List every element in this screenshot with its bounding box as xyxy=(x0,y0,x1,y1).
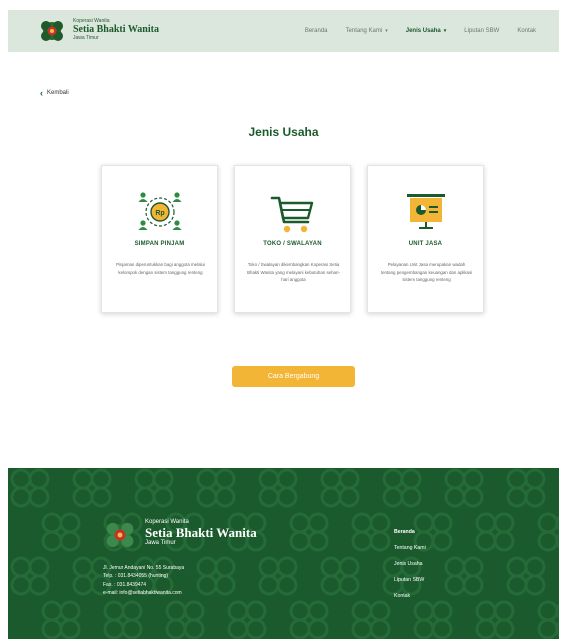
footer-link-beranda[interactable]: Beranda xyxy=(394,529,426,546)
card-description: Pinjaman diperuntukkan bagi anggota mela… xyxy=(116,262,205,275)
footer-address: Jl. Jemur Andayani No. 55 Surabaya xyxy=(103,565,185,571)
footer-link-tentang-kami[interactable]: Tentang Kami xyxy=(394,545,426,562)
footer-logo-icon xyxy=(106,522,134,548)
nav-label: Kontak xyxy=(517,28,536,34)
caret-down-icon: ▾ xyxy=(443,28,447,34)
site-footer: Koperasi Wanita Setia Bhakti Wanita Jawa… xyxy=(8,468,559,639)
cara-bergabung-button[interactable]: Cara Bergabung xyxy=(232,366,355,387)
nav-label: Tentang Kami xyxy=(345,28,383,34)
footer-link-liputan-sbw[interactable]: Liputan SBW xyxy=(394,577,426,594)
nav-item-beranda[interactable]: Beranda xyxy=(296,28,337,34)
shopping-cart-icon xyxy=(270,196,314,233)
service-card-toko-swalayan[interactable]: TOKO / SWALAYAN Toko / Swalayan dikemban… xyxy=(234,165,351,313)
nav-item-tentang-kami[interactable]: Tentang Kami ▾ xyxy=(337,28,397,34)
footer-email[interactable]: e-mail: info@setiabhaktiwanita.com xyxy=(103,589,184,597)
footer-phone: Telp. : 031.8434055 (hunting) xyxy=(103,573,169,580)
brand-name: Setia Bhakti Wanita xyxy=(73,24,159,35)
footer-pattern xyxy=(10,468,559,639)
nav-item-liputan-sbw[interactable]: Liputan SBW xyxy=(455,28,508,34)
nav-label: Liputan SBW xyxy=(464,28,500,34)
logo-icon[interactable] xyxy=(38,18,66,44)
card-description: Pelayanan Unit Jasa merupakan wadah tent… xyxy=(380,262,473,283)
card-title: UNIT JASA xyxy=(408,241,443,247)
card-title: TOKO / SWALAYAN xyxy=(263,241,322,247)
card-description: Toko / Swalayan dikembangkan Koperasi Se… xyxy=(247,262,340,283)
main-nav: Beranda Tentang Kami ▾ Jenis Usaha ▾ Lip… xyxy=(296,10,545,52)
nav-item-kontak[interactable]: Kontak xyxy=(508,28,545,34)
brand-sub: Jawa Timur xyxy=(73,35,99,41)
service-card-simpan-pinjam[interactable]: Rp SIMPAN PINJAM Pinjaman diperuntukkan … xyxy=(101,165,218,313)
svg-text:Rp: Rp xyxy=(155,210,164,217)
back-label: Kembali xyxy=(47,90,69,96)
page-title: Jenis Usaha xyxy=(248,125,319,139)
card-title: SIMPAN PINJAM xyxy=(134,241,185,247)
footer-brand-sub: Jawa Timur xyxy=(145,540,176,546)
footer-link-kontak[interactable]: Kontak xyxy=(394,593,426,610)
footer-nav: Beranda Tentang Kami Jenis Usaha Liputan… xyxy=(394,529,426,610)
nav-label: Beranda xyxy=(304,28,328,34)
brand-text[interactable]: Koperasi Wanita Setia Bhakti Wanita Jawa… xyxy=(73,19,159,41)
footer-brand: Koperasi Wanita Setia Bhakti Wanita Jawa… xyxy=(145,519,257,546)
caret-down-icon: ▾ xyxy=(385,28,388,34)
footer-fax: Fax. : 031.8439474 xyxy=(103,581,147,588)
money-people-icon: Rp xyxy=(138,192,182,230)
footer-contact: Jl. Jemur Andayani No. 55 Surabaya Telp.… xyxy=(103,564,184,597)
nav-label: Jenis Usaha xyxy=(405,28,441,34)
service-card-unit-jasa[interactable]: UNIT JASA Pelayanan Unit Jasa merupakan … xyxy=(367,165,484,313)
nav-item-jenis-usaha[interactable]: Jenis Usaha ▾ xyxy=(397,28,456,34)
site-header: Koperasi Wanita Setia Bhakti Wanita Jawa… xyxy=(8,10,559,52)
chevron-left-icon: ‹ xyxy=(40,88,43,98)
back-link[interactable]: ‹ Kembali xyxy=(40,88,69,98)
presentation-board-icon xyxy=(407,194,445,229)
footer-link-jenis-usaha[interactable]: Jenis Usaha xyxy=(394,561,426,578)
footer-brand-name: Setia Bhakti Wanita xyxy=(145,525,257,540)
